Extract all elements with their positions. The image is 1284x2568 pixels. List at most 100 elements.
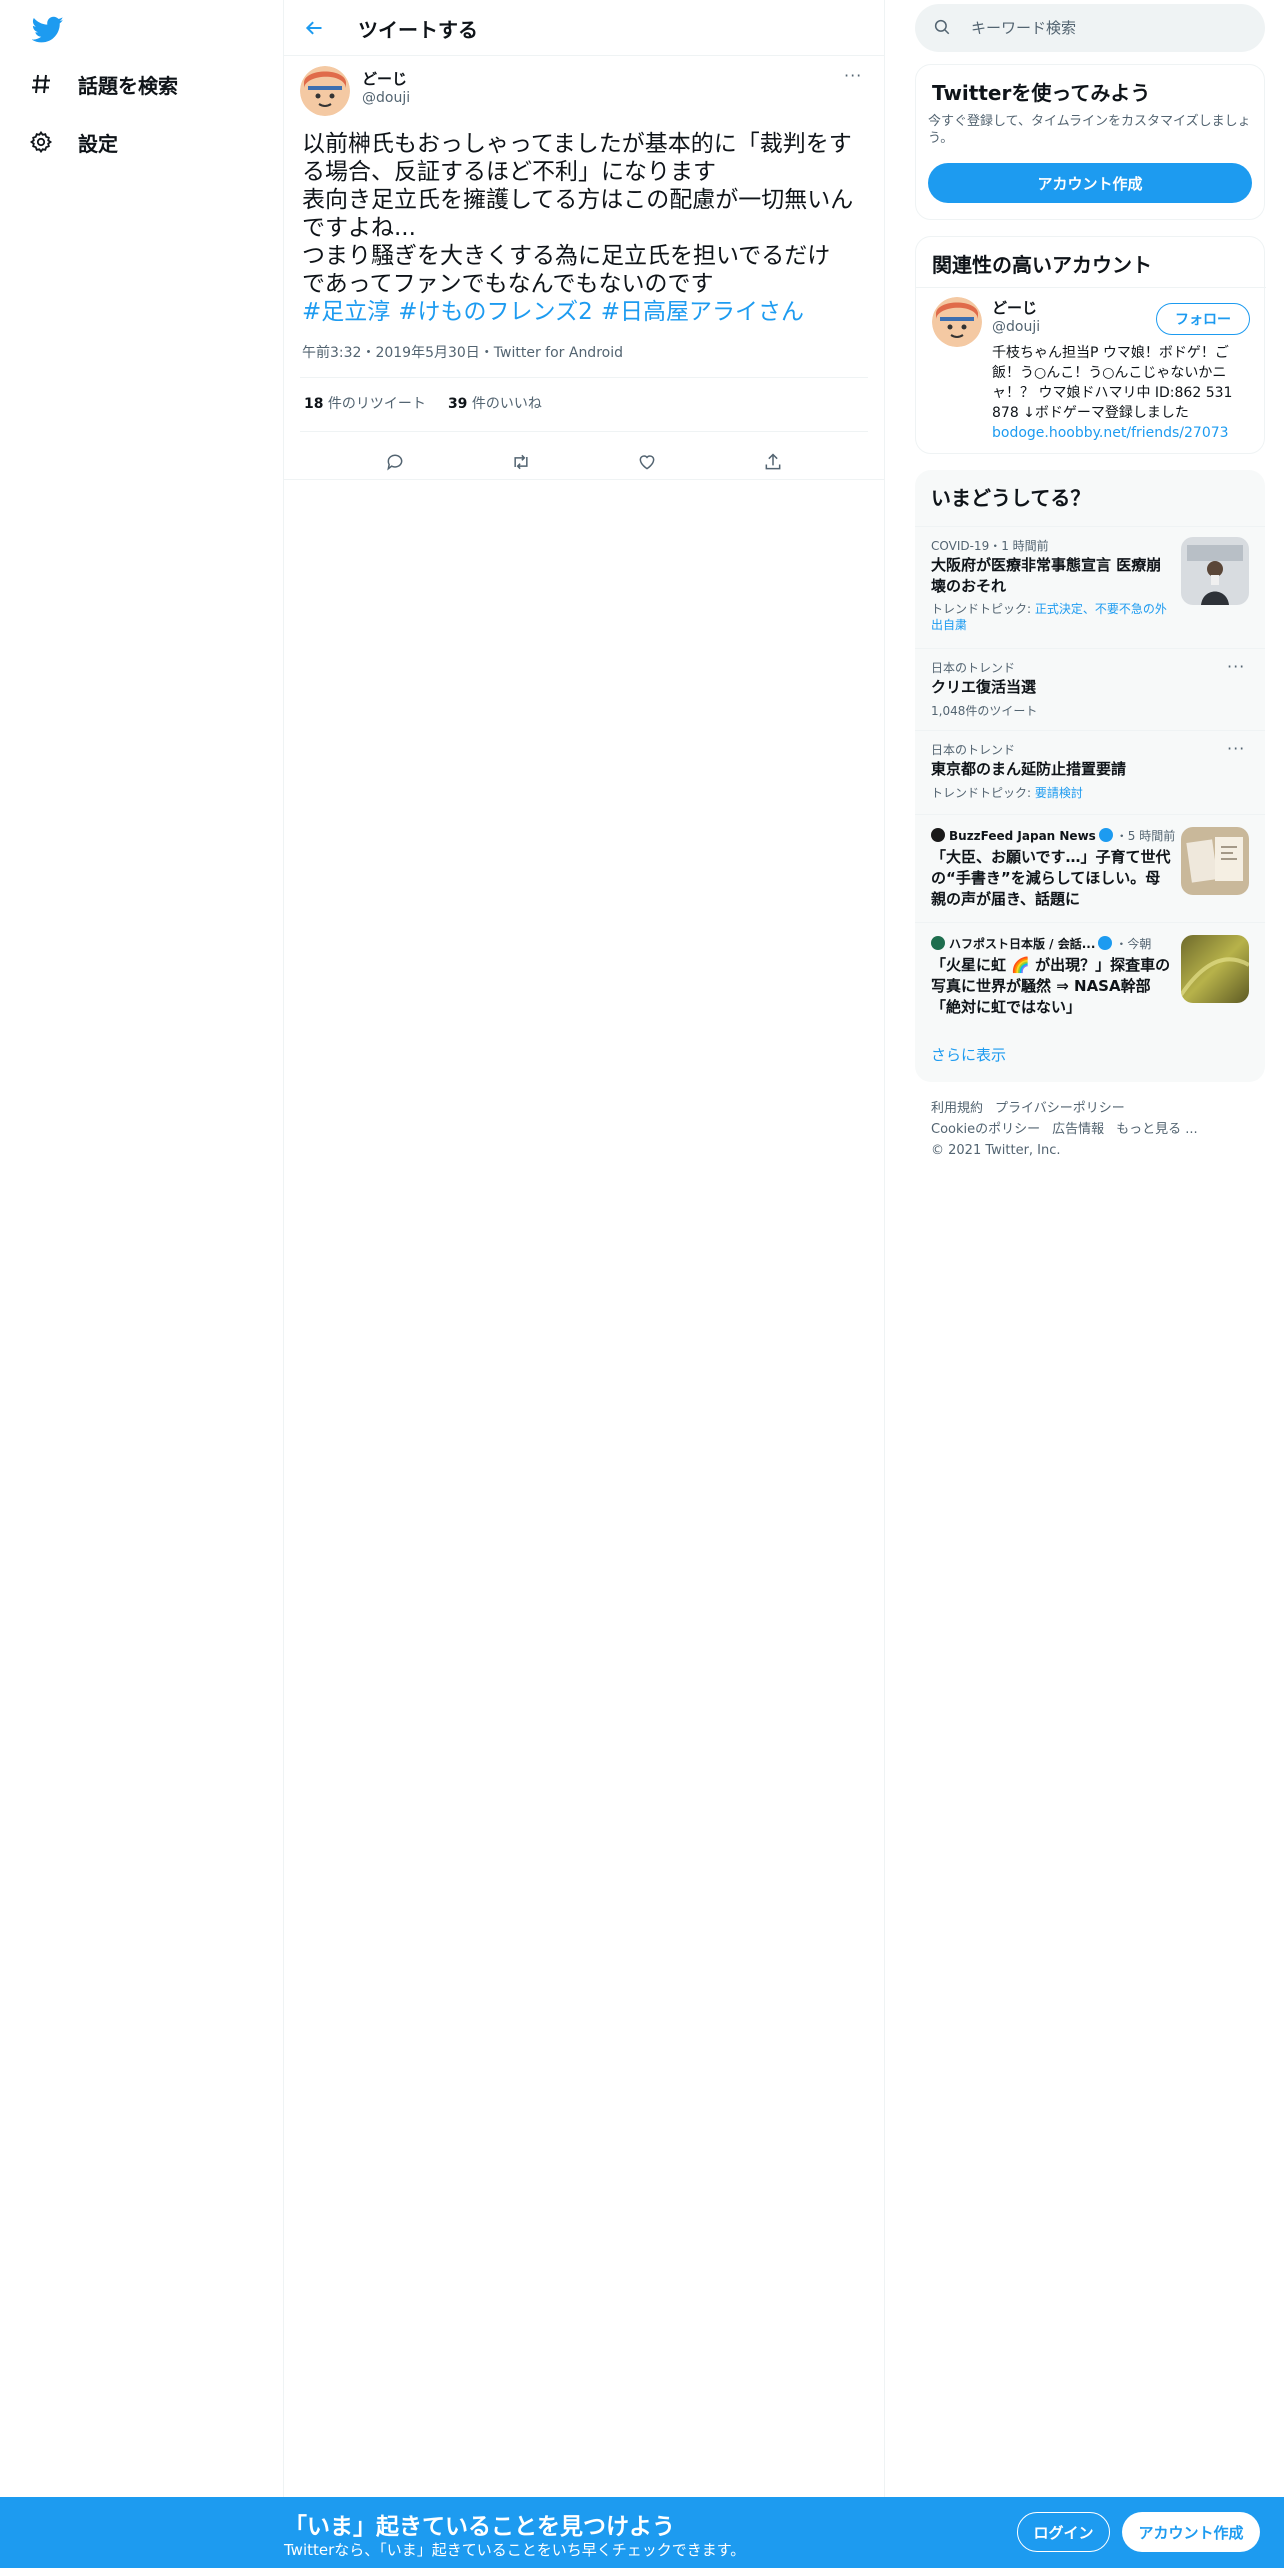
news-source-name: ハフポスト日本版 / 会話... [949,937,1096,951]
related-title: 関連性の高いアカウント [932,253,1152,277]
news-title: 「火星に虹 🌈 が出現？」探査車の写真に世界が騒然 ⇒ NASA幹部「絶対に虹で… [931,956,1171,1016]
news-item[interactable]: BuzzFeed Japan News ・5 時間前 「大臣、お願いです…」子育て… [915,814,1265,922]
related-accounts-card: 関連性の高いアカウント どーじ @douji フォロー 千枝ちゃん担当P ウマ娘… [915,236,1266,454]
copyright: © 2021 Twitter, Inc. [931,1143,1061,1158]
search-icon [933,18,951,40]
retweet-label: 件のリツイート [323,396,426,412]
trend-sub: トレンドトピック: 正式決定、不要不急の外出自粛 [931,601,1171,633]
tweet-line: る場合、反証するほど不利」になります [302,159,716,185]
follow-button[interactable]: フォロー [1156,303,1250,335]
signup-button[interactable]: アカウント作成 [1122,2512,1260,2552]
avatar[interactable] [932,297,982,347]
gear-icon [28,129,54,155]
news-source-name: BuzzFeed Japan News [949,829,1096,843]
trend-title: クリエ復活当選 [931,678,1037,696]
page-title: ツイートする [358,18,478,42]
verified-badge-icon [1098,828,1113,842]
news-thumbnail [1181,935,1249,1003]
trend-sub: トレンドトピック: 要請検討 [931,785,1171,801]
trends-card: いまどうしてる？ COVID-19・1 時間前 大阪府が医療非常事態宣言 医療崩… [915,470,1265,1082]
tweet-line: であってファンでもなんでもないのです [302,271,714,297]
trend-category: 日本のトレンド [931,743,1016,757]
hashtag-link[interactable]: #日高屋アライさん [601,299,804,325]
footer-link[interactable]: もっと見る ... [1116,1122,1198,1137]
tweet-stats: 18 件のリツイート 39 件のいいね [304,393,542,413]
twitter-bird-icon[interactable] [28,10,68,50]
tweet-timestamp[interactable]: 午前3:32・2019年5月30日・Twitter for Android [302,342,623,362]
related-handle[interactable]: @douji [992,319,1040,335]
retweet-icon[interactable] [506,447,536,477]
like-stat[interactable]: 39 件のいいね [448,393,542,413]
left-nav: 話題を検索 設定 [0,0,284,2568]
news-item[interactable]: ハフポスト日本版 / 会話... ・今朝 「火星に虹 🌈 が出現？」探査車の写真に… [915,922,1265,1030]
trend-item[interactable]: 日本のトレンド クリエ復活当選 1,048件のツイート ··· [915,648,1265,730]
tweet-line: 表向き足立氏を擁護してる方はこの配慮が一切無いん [302,187,854,213]
divider [300,431,868,432]
like-label: 件のいいね [467,396,542,412]
footer-row: Cookieのポリシー 広告情報 もっと見る ... [931,1119,1261,1140]
footer-link[interactable]: プライバシーポリシー [995,1101,1125,1116]
page-header: ツイートする [284,0,884,56]
related-name[interactable]: どーじ [992,297,1037,318]
tweet-line: 以前榊氏もおっしゃってましたが基本的に「裁判をす [302,131,852,157]
news-title: 「大臣、お願いです…」子育て世代の“手書き”を減らしてほしい。母親の声が届き、話… [931,848,1171,908]
nav-settings-label: 設定 [78,131,118,156]
share-icon[interactable] [758,447,788,477]
trend-item[interactable]: 日本のトレンド 東京都のまん延防止措置要請 トレンドトピック: 要請検討 ··· [915,730,1265,814]
news-source: ハフポスト日本版 / 会話... ・今朝 [931,935,1151,952]
main-column: ツイートする どーじ @douji ··· 以前榊氏もおっしゃってましたが基本的… [284,0,885,2568]
banner-subtitle: Twitterなら、「いま」起きていることをいち早くチェックできます。 [284,2541,746,2559]
footer-link[interactable]: 利用規約 [931,1101,983,1116]
buzzfeed-logo-icon [931,828,945,842]
trend-sub-prefix: トレンドトピック: [931,786,1035,800]
like-count: 39 [447,396,468,412]
more-options-icon[interactable]: ··· [1227,739,1245,758]
divider [916,287,1266,288]
retweet-count: 18 [304,396,324,412]
search-input[interactable] [971,16,1241,40]
bio-link[interactable]: bodoge.hoobby.net/friends/27073 [992,423,1254,443]
author-name[interactable]: どーじ [362,68,407,89]
hashtag-link[interactable]: #けものフレンズ2 [398,299,592,325]
news-time: ・5 時間前 [1115,829,1176,843]
verified-badge-icon [1098,936,1113,950]
trend-category: COVID-19・1 時間前 [931,539,1049,553]
show-more-link[interactable]: さらに表示 [931,1044,1006,1065]
signup-subtitle: 今すぐ登録して、タイムラインをカスタマイズしましょう。 [928,114,1251,146]
huffpost-logo-icon [931,936,945,950]
footer-link[interactable]: 広告情報 [1052,1122,1104,1137]
trend-title: 東京都のまん延防止措置要請 [931,760,1127,778]
news-time: ・今朝 [1115,937,1152,951]
trend-title: 大阪府が医療非常事態宣言 医療崩壊のおそれ [931,556,1162,595]
more-options-icon[interactable]: ··· [1227,657,1245,676]
news-thumbnail [1181,827,1249,895]
trend-sub-prefix: トレンドトピック: [931,602,1035,616]
create-account-button[interactable]: アカウント作成 [928,163,1252,203]
reply-icon[interactable] [380,447,410,477]
search-box [915,4,1265,52]
news-source: BuzzFeed Japan News ・5 時間前 [931,827,1175,844]
trend-category: 日本のトレンド [931,661,1016,675]
back-arrow-icon[interactable] [300,14,328,42]
like-icon[interactable] [632,447,662,477]
avatar[interactable] [300,66,350,116]
author-handle[interactable]: @douji [362,90,410,106]
hashtag-link[interactable]: #足立淳 [302,299,390,325]
related-bio: 千枝ちゃん担当P ウマ娘！ボドゲ！ご飯！う○んこ！う○んこじゃないかニャ！？ ウ… [992,343,1254,443]
login-button[interactable]: ログイン [1017,2512,1110,2552]
trend-sub-link[interactable]: 要請検討 [1035,786,1083,800]
trend-item[interactable]: COVID-19・1 時間前 大阪府が医療非常事態宣言 医療崩壊のおそれ トレン… [915,526,1265,648]
nav-explore[interactable]: 話題を検索 [28,56,178,112]
hashtag-row: #足立淳 #けものフレンズ2 #日高屋アライさん [302,298,872,326]
bottom-signup-banner: 「いま」起きていることを見つけよう Twitterなら、「いま」起きていることを… [0,2497,1284,2568]
retweet-stat[interactable]: 18 件のリツイート [304,393,426,413]
trend-sub: 1,048件のツイート [931,704,1038,718]
tweet-actions [284,434,884,490]
footer-link[interactable]: Cookieのポリシー [931,1122,1040,1137]
more-options-icon[interactable]: ··· [844,66,862,85]
footer: 利用規約 プライバシーポリシー Cookieのポリシー 広告情報 もっと見る ... … [931,1098,1261,1161]
nav-explore-label: 話題を検索 [78,73,178,98]
divider [300,377,868,378]
signup-card: Twitterを使ってみよう 今すぐ登録して、タイムラインをカスタマイズしましょ… [915,64,1265,220]
nav-settings[interactable]: 設定 [28,114,118,170]
